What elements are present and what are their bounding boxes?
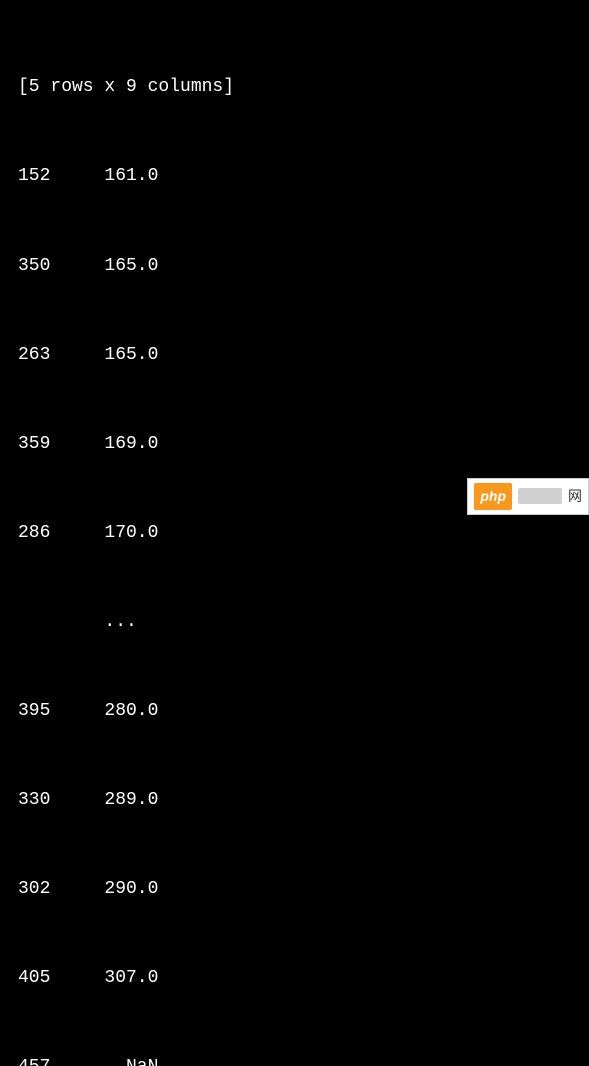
terminal-output: [5 rows x 9 columns] 152 161.0 350 165.0 2… xyxy=(18,14,571,1066)
row-index: 152 xyxy=(18,162,61,192)
series-row: 302 290.0 xyxy=(18,875,571,905)
row-index: 395 xyxy=(18,697,61,727)
row-index: 330 xyxy=(18,786,61,816)
watermark-gray-box xyxy=(518,488,562,504)
php-logo-icon: php xyxy=(474,483,512,510)
ellipsis-row: ... xyxy=(18,608,571,638)
series-row: 152 161.0 xyxy=(18,162,571,192)
row-value: NaN xyxy=(72,1053,158,1066)
row-value: 161.0 xyxy=(72,162,158,192)
shape-header: [5 rows x 9 columns] xyxy=(18,73,571,103)
series-row: 457 NaN xyxy=(18,1053,571,1066)
series-row: 359 169.0 xyxy=(18,430,571,460)
row-index: 405 xyxy=(18,964,61,994)
series-row: 263 165.0 xyxy=(18,341,571,371)
row-value: 280.0 xyxy=(72,697,158,727)
row-value: 290.0 xyxy=(72,875,158,905)
row-index: 457 xyxy=(18,1053,61,1066)
row-value: 170.0 xyxy=(72,519,158,549)
series-row: 350 165.0 xyxy=(18,252,571,282)
row-index: 359 xyxy=(18,430,61,460)
watermark-suffix: 网 xyxy=(568,485,582,508)
row-index: 286 xyxy=(18,519,61,549)
row-value: ... xyxy=(72,608,158,638)
series-row: 405 307.0 xyxy=(18,964,571,994)
row-value: 165.0 xyxy=(72,252,158,282)
row-value: 165.0 xyxy=(72,341,158,371)
row-index: 263 xyxy=(18,341,61,371)
row-index: 350 xyxy=(18,252,61,282)
series-row: 395 280.0 xyxy=(18,697,571,727)
row-value: 307.0 xyxy=(72,964,158,994)
series-row: 286 170.0 xyxy=(18,519,571,549)
watermark-badge: php 网 xyxy=(467,478,589,515)
row-index: 302 xyxy=(18,875,61,905)
row-value: 289.0 xyxy=(72,786,158,816)
series-row: 330 289.0 xyxy=(18,786,571,816)
row-value: 169.0 xyxy=(72,430,158,460)
